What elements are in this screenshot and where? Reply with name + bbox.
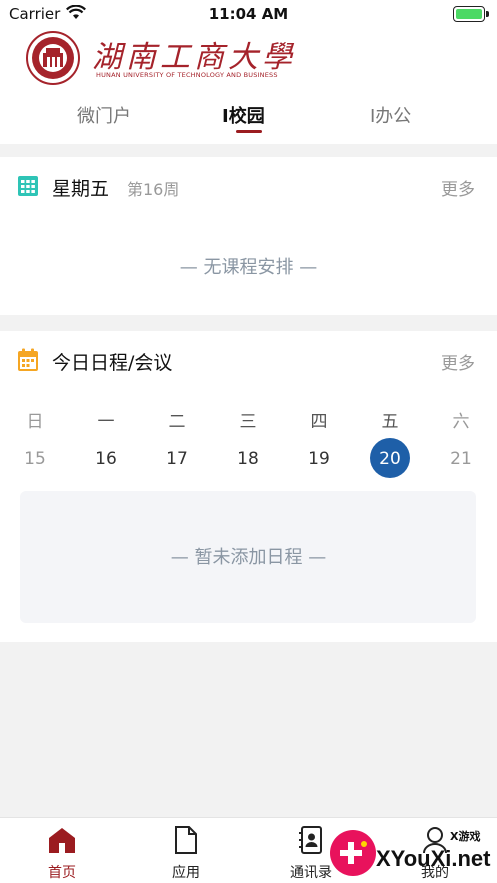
weekday-wed: 三	[239, 412, 257, 432]
schedule-list: — 暂未添加日程 —	[20, 491, 476, 623]
tabbar-home[interactable]: 首页	[22, 826, 102, 882]
no-classes-message: — 无课程安排 —	[179, 257, 318, 278]
calendar-grid-icon	[17, 175, 39, 201]
date-cell[interactable]: 19	[299, 449, 339, 469]
weekday-sun: 日	[26, 412, 44, 432]
top-tabs: 微门户 I校园 I办公	[0, 100, 497, 144]
weekday-sat: 六	[452, 412, 470, 432]
clock: 11:04 AM	[208, 5, 289, 23]
tabbar-home-label: 首页	[48, 865, 76, 881]
contacts-icon	[299, 826, 323, 858]
gamepad-logo-icon	[328, 828, 378, 882]
university-name: 湖南工商大學	[92, 40, 296, 75]
schedule-title: 今日日程/会议	[52, 352, 173, 374]
no-schedule-message: — 暂未添加日程 —	[170, 547, 327, 568]
tab-portal[interactable]: 微门户	[77, 102, 131, 128]
weekday-mon: 一	[97, 412, 115, 432]
schedule-card: 今日日程/会议 更多 日 一 二 三 四 五 六 15 16 17 18 19 …	[0, 331, 497, 642]
today-classes-card: 星期五 第16周 更多 — 无课程安排 —	[0, 157, 497, 315]
battery-icon	[453, 6, 489, 22]
weekday-fri: 五	[381, 412, 399, 432]
watermark-text: XYouXi.net	[376, 846, 491, 871]
weekday-title: 星期五	[52, 178, 110, 200]
active-tab-indicator	[236, 130, 262, 133]
tab-campus[interactable]: I校园	[222, 102, 265, 128]
date-cell-selected[interactable]: 20	[370, 449, 410, 469]
classes-more-link[interactable]: 更多	[441, 175, 475, 200]
status-bar: Carrier 11:04 AM	[0, 0, 497, 28]
week-number: 第16周	[127, 180, 180, 199]
tabbar-apps[interactable]: 应用	[146, 826, 226, 882]
date-cell[interactable]: 21	[441, 449, 481, 469]
document-icon	[174, 826, 198, 858]
date-cell[interactable]: 15	[15, 449, 55, 469]
header: 湖南工商大學 HUNAN UNIVERSITY OF TECHNOLOGY AN…	[0, 28, 497, 144]
weekday-thu: 四	[310, 412, 328, 432]
weekday-tue: 二	[168, 412, 186, 432]
home-icon	[47, 828, 77, 858]
watermark-small-text: X游戏	[450, 830, 481, 843]
schedule-more-link[interactable]: 更多	[441, 349, 475, 374]
university-english-name: HUNAN UNIVERSITY OF TECHNOLOGY AND BUSIN…	[96, 71, 278, 79]
date-cell[interactable]: 16	[86, 449, 126, 469]
date-cell[interactable]: 17	[157, 449, 197, 469]
tab-office[interactable]: I办公	[370, 102, 411, 128]
university-seal-icon	[26, 31, 80, 85]
date-cell[interactable]: 18	[228, 449, 268, 469]
watermark: XYouXi.net X游戏	[328, 826, 493, 880]
calendar-icon	[17, 348, 39, 376]
tabbar-apps-label: 应用	[172, 865, 200, 881]
